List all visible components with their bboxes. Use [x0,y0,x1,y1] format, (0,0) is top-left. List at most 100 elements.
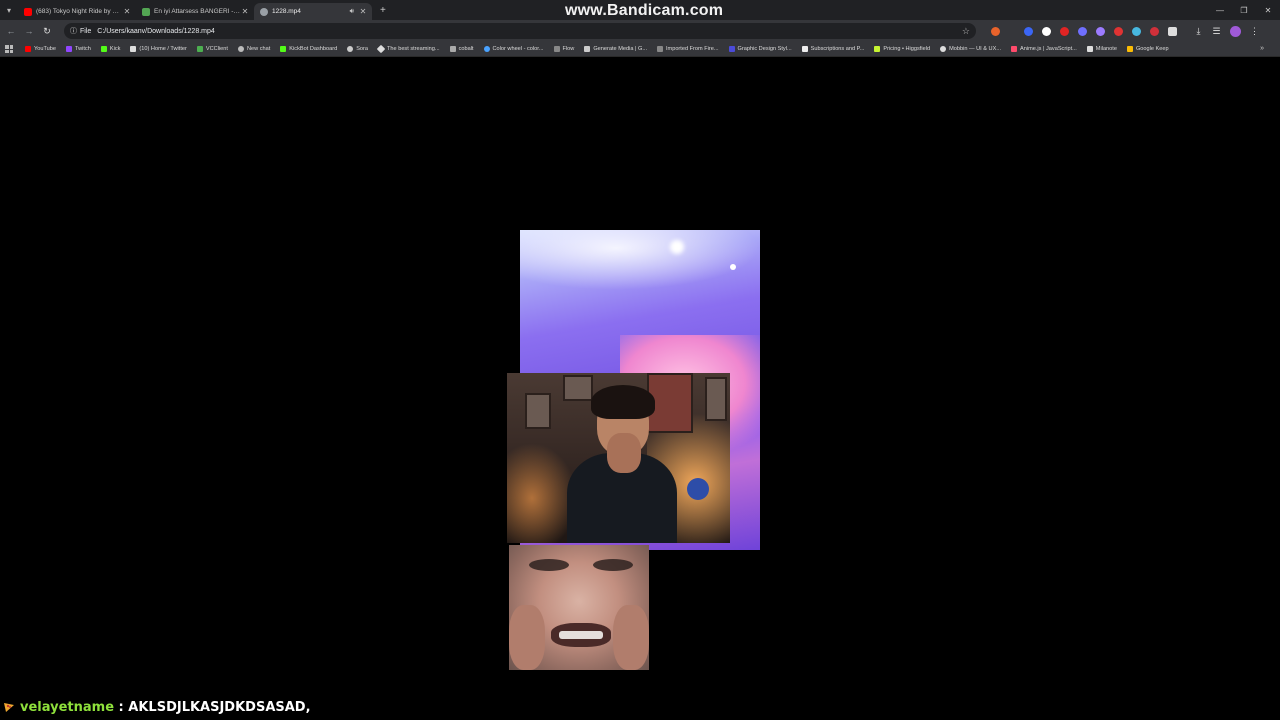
bookmark-mobbin[interactable]: Mobbin — UI & UX... [940,46,1001,52]
vcclient-icon [196,46,203,52]
bookmark-new-chat[interactable]: New chat [237,46,270,52]
google-keep-icon [1126,46,1133,52]
extension-icon[interactable] [1024,26,1033,36]
new-tab-plus-icon[interactable]: + [380,5,386,16]
bookmark-color-wheel[interactable]: Color wheel - color... [483,46,544,52]
wall-picture-frame [525,393,551,429]
cobalt-icon [449,46,456,52]
bookmark-generate-media[interactable]: Generate Media | G... [584,46,647,52]
tab-strip: ▾ (683) Tokyo Night Ride by Nin... ✕ En … [0,0,1280,20]
face-teeth [559,631,603,639]
tab-title: 1228.mp4 [272,8,301,15]
bookmark-vcclient[interactable]: VCClient [196,46,228,52]
extension-icon[interactable] [1150,26,1159,36]
face-hand [509,605,545,670]
extension-icon[interactable] [1042,26,1051,36]
webcam-overlay [507,373,730,543]
reload-icon[interactable]: ↻ [38,20,56,42]
folder-icon [657,46,663,52]
video-light-spot [670,240,684,254]
bookmark-twitch[interactable]: Twitch [65,46,91,52]
bookmark-youtube[interactable]: YouTube [25,46,56,52]
download-icon[interactable]: ⤓ [1190,20,1208,42]
color-wheel-icon [483,46,490,52]
youtube-icon [25,46,31,52]
tab-youtube[interactable]: (683) Tokyo Night Ride by Nin... ✕ [18,3,136,20]
bookmark-milanote[interactable]: Milanote [1086,46,1117,52]
folder-icon [553,46,560,52]
recording-watermark: www.Bandicam.com [565,2,724,19]
extension-icon[interactable] [1060,26,1069,36]
higgsfield-icon [874,46,881,52]
address-bar[interactable]: ⓘ File C:/Users/kaanv/Downloads/1228.mp4… [64,23,976,39]
extension-icon[interactable] [1114,26,1123,36]
youtube-favicon-icon [24,7,32,16]
bookmark-subscriptions[interactable]: Subscriptions and P... [801,46,864,52]
streamer-figure [567,385,677,543]
browser-toolbar: ← → ↻ ⓘ File C:/Users/kaanv/Downloads/12… [0,20,1280,42]
bookmark-higgsfield[interactable]: Pricing • Higgsfield [874,46,930,52]
extension-icon[interactable] [1096,26,1105,36]
twitch-icon [65,46,72,52]
microphone-icon [687,478,709,500]
video-light-spot [730,264,736,270]
close-window-icon[interactable]: ✕ [1256,0,1280,20]
bookmark-google-keep[interactable]: Google Keep [1126,46,1169,52]
globe-favicon-icon [260,7,268,16]
bookmark-imported[interactable]: Imported From Fire... [657,46,719,52]
file-scheme-label: File [80,27,92,35]
extensions-puzzle-icon[interactable] [1168,26,1177,36]
chat-username: velayetname [20,699,115,715]
close-tab-icon[interactable]: ✕ [240,7,250,16]
back-arrow-icon[interactable]: ← [2,20,20,42]
bookmark-star-icon[interactable]: ☆ [962,26,970,37]
kick-icon [100,46,107,52]
bookmark-cobalt[interactable]: cobalt [449,46,474,52]
bookmark-kick[interactable]: Kick [100,46,120,52]
graphic-design-icon [728,46,735,52]
sora-icon [347,46,354,52]
forward-arrow-icon[interactable]: → [20,20,38,42]
extension-icon[interactable] [990,26,1000,36]
kebab-menu-icon[interactable]: ⋮ [1246,20,1264,42]
extension-icon[interactable] [1078,26,1087,36]
extensions-area: ⤓ ☰ ⋮ [986,20,1264,42]
bookmark-flow[interactable]: Flow [553,46,574,52]
animejs-icon [1011,46,1017,52]
bookmark-sora[interactable]: Sora [347,46,368,52]
address-url[interactable]: C:/Users/kaanv/Downloads/1228.mp4 [97,28,962,35]
site-info-icon[interactable]: ⓘ [70,26,77,36]
tab-video-file[interactable]: 1228.mp4 🔊︎ ✕ [254,3,372,20]
bookmark-animejs[interactable]: Anime.js | JavaScript... [1011,46,1077,52]
streamer-hand [607,433,641,473]
closeup-face-overlay [509,545,649,670]
x-icon [130,46,137,52]
chat-separator: : [114,699,129,715]
chat-icon [237,46,244,52]
bookmark-streaming[interactable]: The best streaming... [376,44,440,54]
profile-avatar[interactable] [1230,25,1241,37]
close-tab-icon[interactable]: ✕ [122,7,132,16]
tab-search-chevron-icon[interactable]: ▾ [0,0,18,20]
restore-icon[interactable]: ❐ [1232,0,1256,20]
subscriptions-icon [801,46,808,52]
face-eye [593,559,633,571]
tab-title: (683) Tokyo Night Ride by Nin... [36,8,122,15]
close-tab-icon[interactable]: ✕ [358,7,368,16]
menu-icon[interactable]: ☰ [1208,20,1226,42]
kickbot-icon [280,46,287,52]
face-hand [613,605,649,670]
speaker-icon[interactable]: 🔊︎ [350,8,354,16]
pizza-badge-icon [4,703,14,712]
bookmark-twitter[interactable]: (10) Home / Twitter [130,46,187,52]
bookmarks-bar: YouTube Twitch Kick (10) Home / Twitter … [0,42,1280,57]
extension-icon[interactable] [1132,26,1141,36]
bookmark-graphic-design[interactable]: Graphic Design Styl... [728,46,792,52]
tab-tierlist[interactable]: En iyi Attarsess BANGERI - Tier... ✕ [136,3,254,20]
streamer-hair [591,385,655,419]
bookmark-kickbot[interactable]: KickBot Dashboard [280,46,337,52]
face-eye [529,559,569,571]
more-bookmarks-chevron-icon[interactable]: » [1260,45,1264,52]
apps-grid-icon[interactable] [5,45,13,53]
minimize-icon[interactable]: — [1208,0,1232,20]
